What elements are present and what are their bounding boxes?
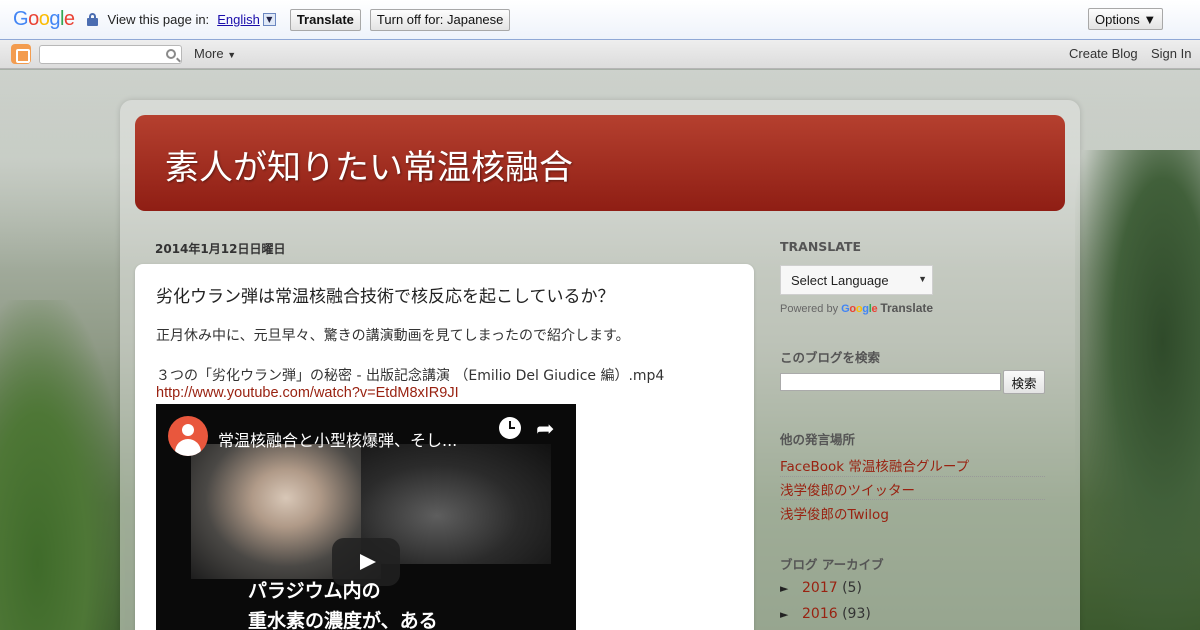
expand-triangle-icon: ► (780, 582, 789, 595)
post-card: 劣化ウラン弾は常温核融合技術で核反応を起こしているか？ 正月休み中に、元旦早々、… (135, 264, 754, 630)
translate-prompt: View this page in: (107, 12, 210, 27)
blogger-logo-icon[interactable] (11, 44, 31, 64)
video-subtitle: 重水素の濃度が、ある (248, 610, 438, 630)
watch-later-icon[interactable] (499, 417, 521, 439)
background-trees-right (1075, 150, 1200, 630)
divider (780, 499, 1045, 500)
blog-header: 素人が知りたい常温核融合 (135, 115, 1065, 211)
blogger-navbar: More ▼ Create Blog Sign In (0, 40, 1200, 69)
create-blog-link[interactable]: Create Blog (1069, 46, 1138, 61)
background-hill-left (0, 300, 125, 630)
twitter-link[interactable]: 浅学俊郎のツイッター (780, 479, 915, 499)
video-embed[interactable]: 常温核融合と小型核爆弾、そし... ➦ パラジウム内の 重水素の濃度が、ある (156, 404, 576, 630)
video-subtitle: パラジウム内の (248, 580, 381, 602)
post-date: 2014年1月12日日曜日 (155, 242, 286, 256)
chevron-down-icon: ▼ (918, 274, 927, 284)
post-title[interactable]: 劣化ウラン弾は常温核融合技術で核反応を起こしているか？ (156, 282, 615, 307)
other-places-heading: 他の発言場所 (780, 432, 856, 447)
language-dropdown-icon[interactable]: ▼ (262, 13, 276, 26)
youtube-link[interactable]: http://www.youtube.com/watch?v=EtdM8xIR9… (156, 385, 459, 401)
blog-search-button[interactable]: 検索 (1003, 370, 1045, 394)
archive-item[interactable]: ► 2016 (93) (780, 606, 871, 622)
lock-icon (86, 13, 98, 26)
sign-in-link[interactable]: Sign In (1151, 46, 1191, 61)
channel-avatar-icon[interactable] (168, 416, 208, 456)
divider (780, 476, 1045, 477)
powered-by-google-translate: Powered by Google Translate (780, 301, 934, 315)
google-logo: Google (13, 8, 75, 30)
language-select[interactable]: Select Language ▼ (780, 265, 933, 295)
archive-heading: ブログ アーカイブ (780, 557, 884, 572)
blog-search-input[interactable] (780, 373, 1001, 391)
navbar-search-input[interactable] (39, 45, 182, 64)
post-paragraph: ３つの「劣化ウラン弾」の秘密 - 出版記念講演 （Emilio Del Giud… (156, 368, 665, 384)
target-language-link[interactable]: English (217, 12, 260, 27)
search-icon[interactable] (166, 49, 176, 59)
expand-triangle-icon: ► (780, 608, 789, 621)
facebook-group-link[interactable]: FaceBook 常温核融合グループ (780, 455, 969, 475)
archive-item[interactable]: ► 2017 (5) (780, 580, 862, 596)
twilog-link[interactable]: 浅学俊郎のTwilog (780, 503, 889, 523)
turn-off-button[interactable]: Turn off for: Japanese (369, 8, 511, 31)
post-paragraph: 正月休み中に、元旦早々、驚きの講演動画を見てしまったので紹介します。 (156, 328, 630, 344)
blog-title[interactable]: 素人が知りたい常温核融合 (165, 140, 573, 189)
caret-down-icon: ▼ (227, 50, 237, 60)
translate-heading: TRANSLATE (780, 239, 862, 254)
search-heading: このブログを検索 (780, 350, 881, 365)
share-icon[interactable]: ➦ (536, 417, 554, 442)
google-wordmark: Google (841, 303, 878, 315)
translate-bar: Google View this page in: English ▼ Tran… (0, 0, 1200, 40)
more-menu[interactable]: More ▼ (194, 46, 236, 61)
video-title[interactable]: 常温核融合と小型核爆弾、そし... (218, 427, 457, 451)
options-button[interactable]: Options ▼ (1088, 8, 1164, 30)
translate-button[interactable]: Translate (289, 8, 361, 31)
